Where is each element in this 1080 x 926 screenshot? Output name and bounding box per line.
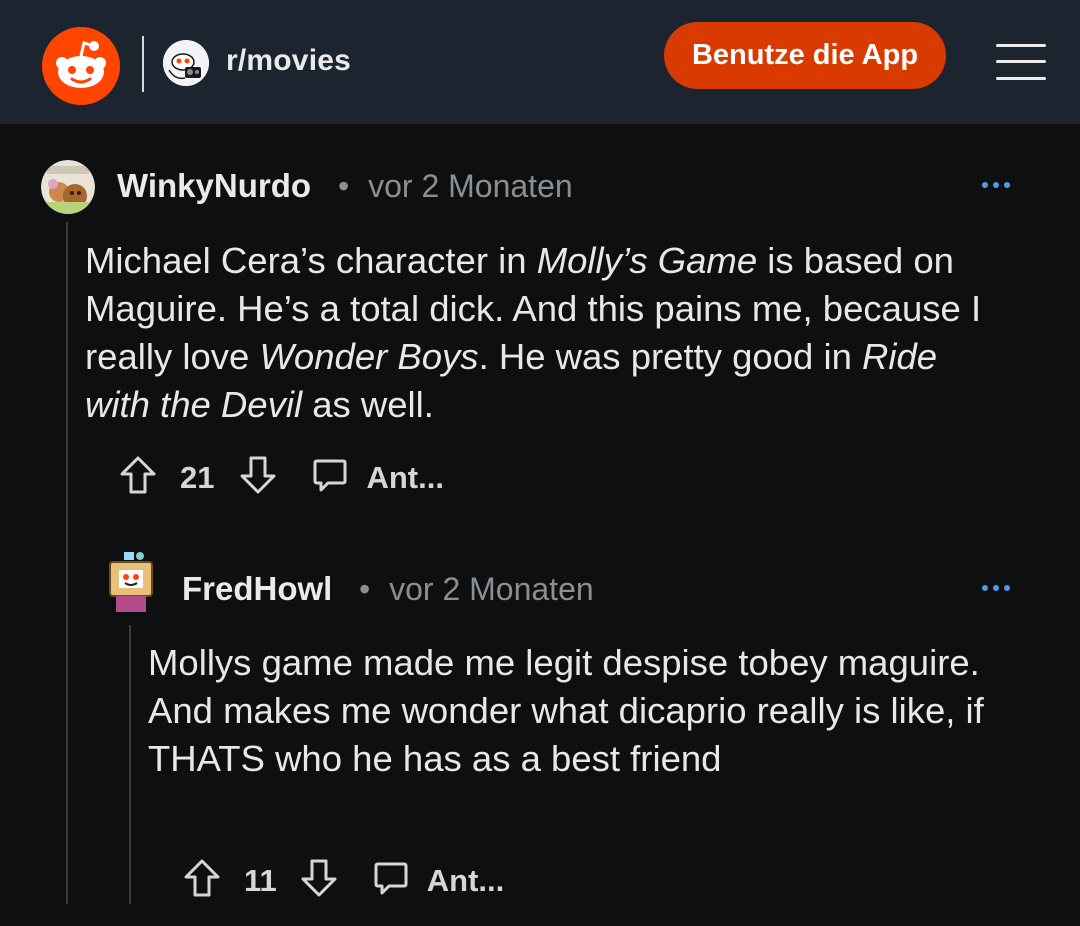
vote-count: 11 [244, 862, 277, 898]
downvote-icon[interactable] [299, 858, 339, 903]
user-avatar-icon[interactable] [41, 160, 95, 214]
comment-actions: 21 Ant... [118, 455, 444, 500]
meta-separator: • [359, 571, 371, 607]
comment-body-italic: Molly’s Game [536, 240, 758, 281]
reply-button[interactable]: Ant... [366, 460, 444, 496]
use-app-button[interactable]: Benutze die App [664, 22, 946, 89]
downvote-icon[interactable] [238, 455, 278, 500]
comment-body-italic: Wonder Boys [259, 336, 479, 377]
reply-button[interactable]: Ant... [427, 863, 505, 899]
more-options-icon[interactable] [980, 581, 1016, 595]
robot-avatar-icon[interactable] [102, 548, 162, 614]
comment-body-text: . He was pretty good in [478, 336, 863, 377]
comment-timestamp: vor 2 Monaten [389, 571, 594, 607]
subreddit-name[interactable]: r/movies [226, 44, 351, 78]
comment-body: Michael Cera’s character in Molly’s Game… [85, 237, 990, 429]
reply-icon[interactable] [312, 457, 348, 498]
vote-count: 21 [180, 459, 215, 495]
comment-actions: 11 Ant... [182, 858, 504, 903]
comment-body: Mollys game made me legit despise tobey … [148, 642, 984, 779]
comment-author[interactable]: FredHowl [182, 570, 332, 608]
thread-line[interactable] [129, 625, 131, 904]
comment-body-text: Michael Cera’s character in [85, 240, 537, 281]
reply-icon[interactable] [373, 860, 409, 901]
header-divider [142, 36, 144, 92]
comment-author[interactable]: WinkyNurdo [117, 167, 311, 205]
comment-timestamp: vor 2 Monaten [368, 168, 573, 204]
meta-separator: • [338, 168, 350, 204]
thread-line[interactable] [66, 222, 68, 904]
more-options-icon[interactable] [980, 178, 1016, 192]
comment-meta: • vor 2 Monaten [338, 168, 573, 205]
subreddit-icon[interactable] [163, 40, 209, 86]
comment-body-text: as well. [302, 384, 434, 425]
upvote-icon[interactable] [118, 455, 158, 500]
reddit-logo-icon[interactable] [42, 27, 120, 105]
upvote-icon[interactable] [182, 858, 222, 903]
hamburger-menu-icon[interactable] [996, 42, 1046, 82]
top-bar: r/movies Benutze die App [0, 0, 1080, 124]
comment-meta: • vor 2 Monaten [359, 571, 594, 608]
